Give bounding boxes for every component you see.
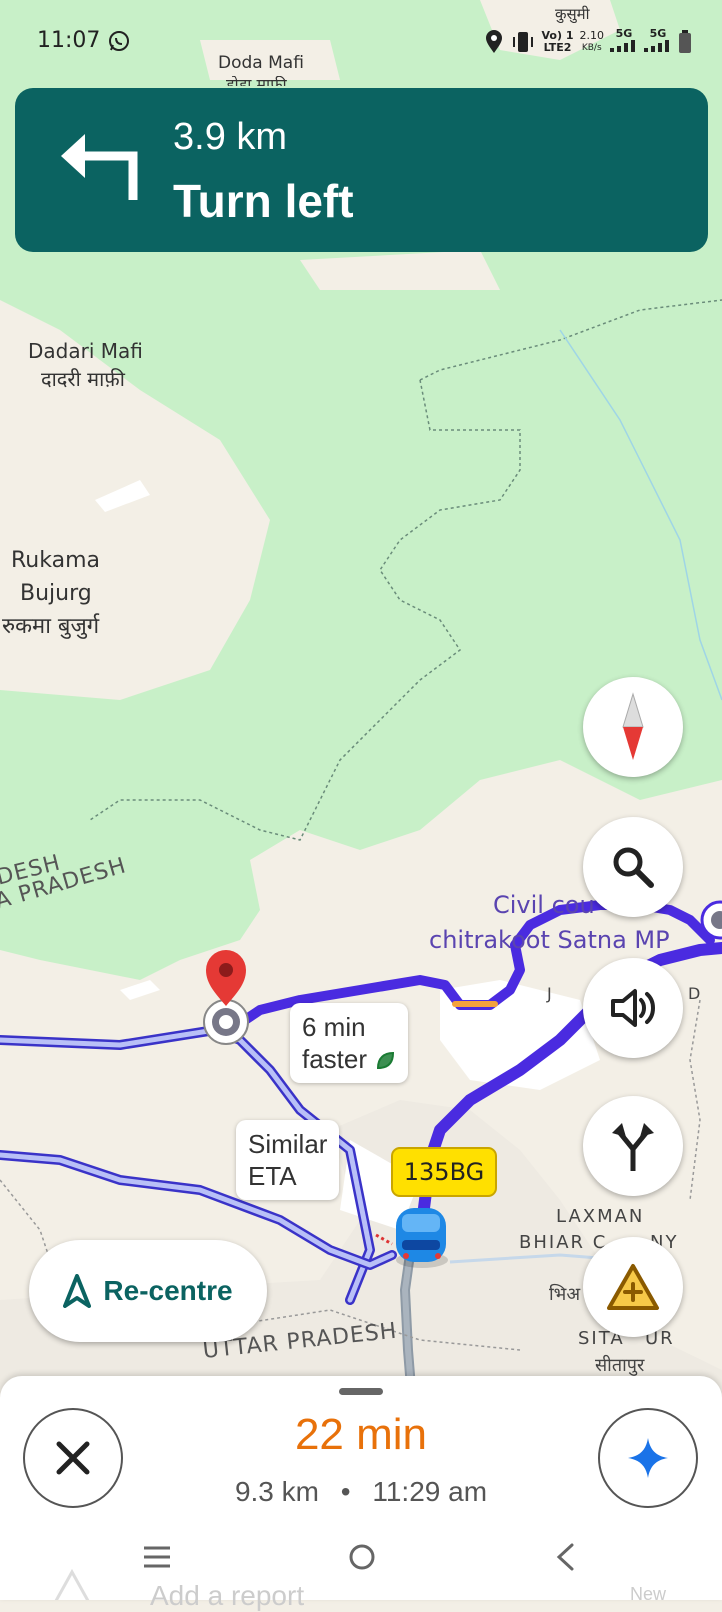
recentre-label: Re-centre [103, 1275, 233, 1306]
route-fork-icon [612, 1123, 654, 1171]
alternate-routes-button[interactable] [583, 1096, 683, 1196]
speed-unit: KB/s [581, 42, 602, 53]
status-indicators: Vo) 1 LTE2 2.10 KB/s 5G 5G [484, 28, 692, 55]
map-label-dadari-mafi: Dadari Mafi [28, 339, 143, 363]
recentre-button[interactable]: Re-centre [29, 1240, 267, 1342]
map-label-bhiar: BHIAR C [519, 1232, 608, 1253]
sparkle-icon [628, 1438, 668, 1478]
alt-route-faster-bubble[interactable]: 6 min faster [290, 1003, 409, 1083]
map-label-civil-court: Civil cou [493, 891, 595, 919]
search-button[interactable] [583, 817, 683, 917]
map-label-d: D [688, 984, 701, 1003]
network-line-2: LTE2 [543, 40, 572, 54]
alt-route-faster-time: 6 min [302, 1012, 366, 1042]
alt-route-similar-line2: ETA [248, 1161, 297, 1191]
signal-a-label: 5G [615, 27, 633, 40]
navigation-arrow-icon [63, 1274, 92, 1308]
vibrate-icon [512, 31, 533, 52]
car-position-icon [396, 1208, 448, 1268]
alt-route-similar-bubble[interactable]: Similar ETA [236, 1120, 340, 1200]
eco-leaf-icon [377, 1052, 395, 1070]
signal-a-bars-icon [610, 40, 635, 52]
destination-pin-icon[interactable] [196, 944, 256, 1054]
status-time: 11:07 [37, 28, 101, 53]
waypoint-marker-icon [700, 900, 722, 940]
maneuver-instruction: Turn left [173, 175, 354, 227]
alt-route-faster-label: faster [302, 1043, 396, 1075]
network-speed: 2.10 KB/s [579, 28, 605, 54]
trip-arrival: 11:29 am [372, 1476, 488, 1507]
sound-button[interactable] [583, 958, 683, 1058]
network-volte: Vo) 1 LTE2 [541, 28, 574, 54]
signal-b-bars-icon [644, 40, 669, 52]
back-icon[interactable] [554, 1542, 576, 1572]
location-icon [485, 29, 502, 53]
trip-separator: • [340, 1476, 351, 1507]
map-label-rukama: Rukama [11, 548, 100, 573]
map-label-laxman: LAXMAN [556, 1206, 645, 1227]
search-icon [613, 847, 654, 888]
signal-b-label: 5G [649, 27, 667, 40]
navigation-instruction-card[interactable]: 3.9 km Turn left [15, 88, 708, 252]
map-label-dadari-mafi-hindi: दादरी माफ़ी [41, 367, 125, 391]
alt-route-similar-line1: Similar [248, 1129, 328, 1159]
network-line-1: Vo) 1 [541, 28, 574, 42]
speed-value: 2.10 [579, 28, 605, 42]
signal-b: 5G [644, 28, 672, 55]
report-hazard-icon [607, 1264, 659, 1310]
add-report-button[interactable] [583, 1237, 683, 1337]
whatsapp-icon [109, 31, 129, 51]
map-label-chitrakoot: chitrakoot Satna MP [429, 926, 670, 954]
map-label-rukama-hindi: रुकमा बुजुर्ग [2, 614, 100, 639]
system-navigation-bar [0, 1524, 722, 1600]
volume-icon [611, 989, 655, 1027]
turn-left-arrow-icon [61, 134, 138, 200]
map-label-bhia-hindi: भिअ [549, 1284, 581, 1305]
maneuver-distance: 3.9 km [173, 116, 288, 158]
map-label-sitapur-hindi: सीतापुर [595, 1355, 645, 1376]
battery-icon [679, 29, 691, 53]
road-number-shield: 135BG [391, 1147, 497, 1197]
compass-button[interactable] [583, 677, 683, 777]
map-label-j: J [547, 984, 552, 1003]
status-bar: 11:07 Vo) 1 LTE2 2.10 KB/s 5G 5G [0, 0, 722, 80]
map-label-bujurg: Bujurg [20, 581, 92, 606]
home-icon[interactable] [347, 1542, 377, 1572]
menu-icon[interactable] [142, 1544, 172, 1570]
sheet-drag-handle[interactable] [339, 1388, 383, 1395]
assistant-button[interactable] [598, 1408, 698, 1508]
compass-icon [622, 692, 644, 760]
trip-distance: 9.3 km [234, 1476, 319, 1507]
signal-a: 5G [610, 28, 638, 55]
